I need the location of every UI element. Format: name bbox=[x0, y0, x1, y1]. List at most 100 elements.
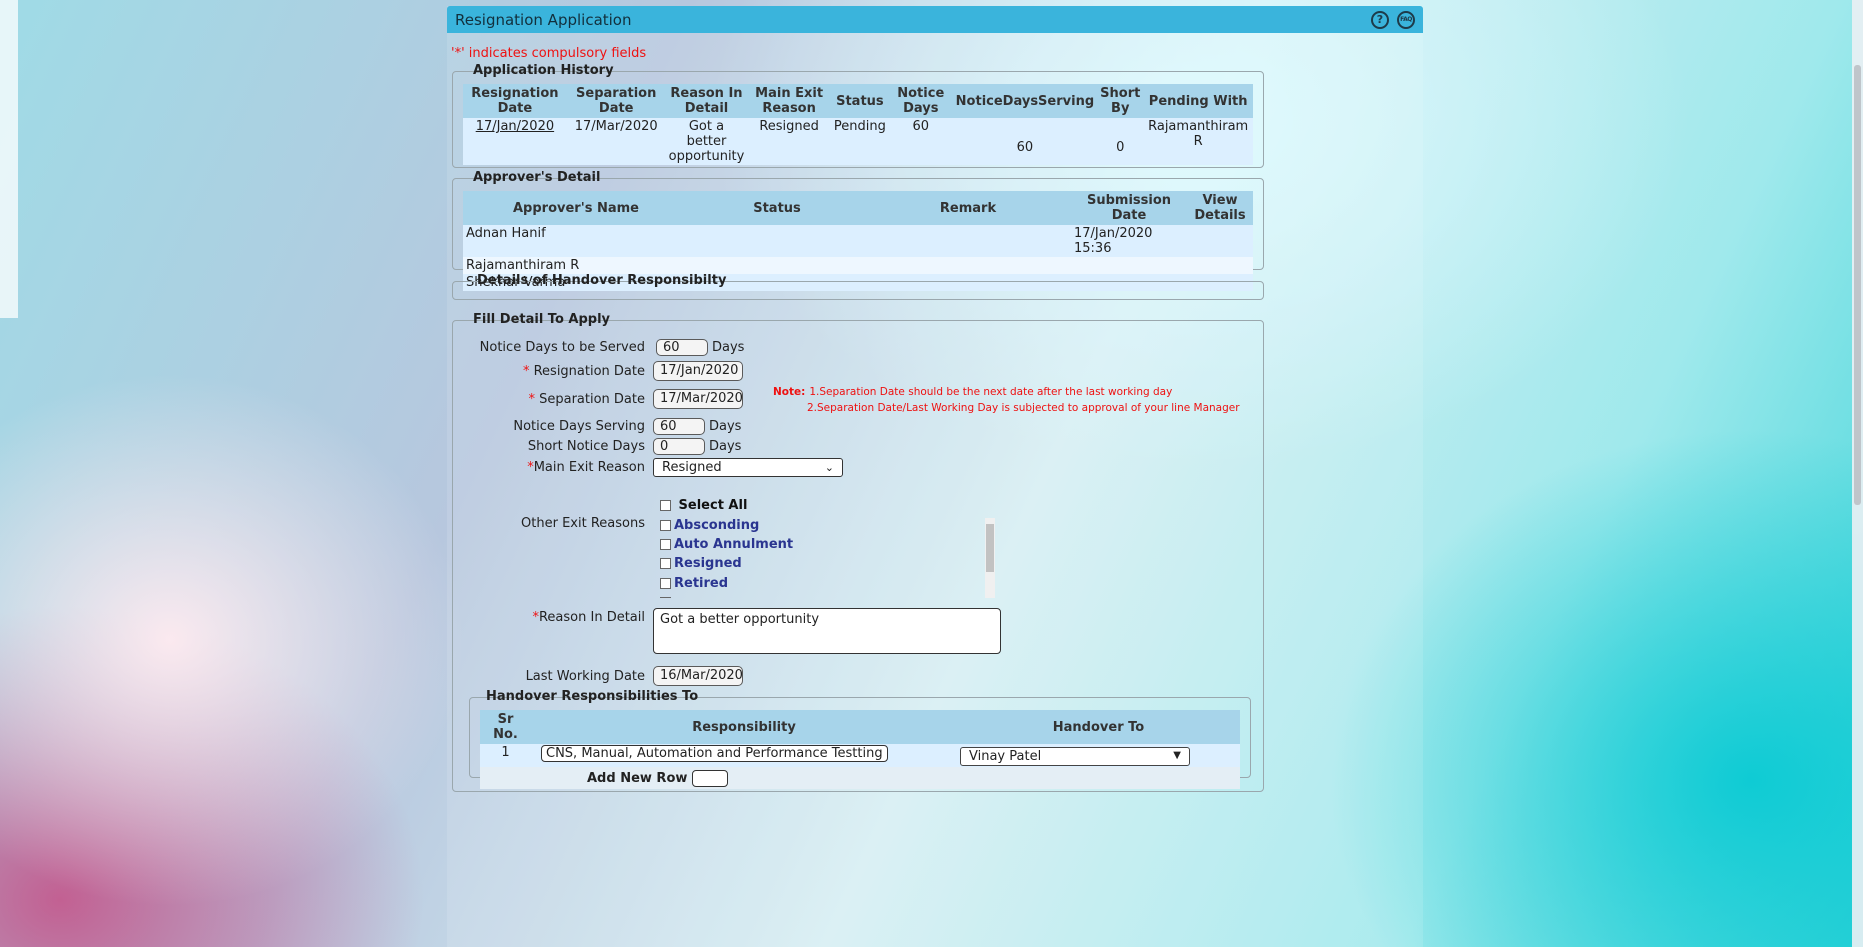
resignation-date-link[interactable]: 17/Jan/2020 bbox=[476, 119, 554, 134]
col-submission-date: Submission Date bbox=[1071, 191, 1187, 225]
reason-label: *Reason In Detail bbox=[405, 610, 645, 625]
handover-to-table: Sr No. Responsibility Handover To 1 CNS,… bbox=[480, 710, 1240, 789]
main-exit-value: Resigned bbox=[662, 460, 722, 475]
col-separation-date: Separation Date bbox=[566, 84, 666, 118]
application-history-legend: Application History bbox=[473, 63, 614, 78]
notice-serving-input[interactable]: 60 bbox=[653, 418, 705, 435]
col-approver-remark: Remark bbox=[865, 191, 1071, 225]
col-resignation-date: Resignation Date bbox=[463, 84, 567, 118]
faq-icon[interactable]: FAQ bbox=[1397, 10, 1415, 29]
option-label: Absconding bbox=[674, 518, 760, 533]
reason-textarea[interactable]: Got a better opportunity bbox=[653, 608, 1001, 654]
option-checkbox[interactable] bbox=[660, 578, 671, 589]
list-item[interactable]: Auto Annulment bbox=[660, 537, 793, 552]
approver-remark bbox=[865, 225, 1071, 257]
add-row-line: Add New Row bbox=[480, 767, 1240, 789]
col-sr-no: Sr No. bbox=[480, 710, 531, 744]
last-working-label: Last Working Date bbox=[525, 669, 645, 684]
notice-serving-label: Notice Days Serving bbox=[513, 419, 645, 434]
approver-view[interactable] bbox=[1187, 225, 1253, 257]
approvers-section: Approver's Detail Approver's Name Status… bbox=[452, 170, 1264, 291]
option-checkbox[interactable] bbox=[660, 520, 671, 531]
option-label: Retired bbox=[674, 576, 729, 591]
handover-to-legend: Handover Responsibilities To bbox=[486, 689, 699, 704]
required-star: * bbox=[522, 364, 534, 379]
required-fields-note: '*' indicates compulsory fields bbox=[451, 46, 647, 61]
option-checkbox[interactable] bbox=[660, 558, 671, 569]
last-working-input[interactable]: 16/Mar/2020 bbox=[653, 666, 743, 686]
approver-remark bbox=[865, 257, 1071, 274]
add-new-row-input[interactable] bbox=[691, 769, 728, 787]
separation-note: Note: 1.Separation Date should be the nex… bbox=[773, 384, 1240, 416]
approver-status bbox=[689, 225, 865, 257]
main-exit-label-text: Main Exit Reason bbox=[533, 460, 645, 475]
approver-view[interactable] bbox=[1187, 257, 1253, 274]
fill-detail-legend: Fill Detail To Apply bbox=[473, 312, 611, 327]
approver-name: Rajamanthiram R bbox=[463, 257, 689, 274]
reason-label-text: Reason In Detail bbox=[538, 610, 645, 625]
listbox-scrollbar[interactable] bbox=[985, 518, 995, 598]
notice-days-input[interactable]: 60 bbox=[656, 339, 708, 356]
notice-days-serving-cell: 60 bbox=[952, 118, 1098, 165]
left-edge-panel bbox=[0, 0, 18, 318]
responsibility-input[interactable]: CNS, Manual, Automation and Performance … bbox=[541, 745, 888, 762]
option-label: Resigned bbox=[674, 556, 742, 571]
required-star: * bbox=[528, 392, 540, 407]
approvers-legend: Approver's Detail bbox=[473, 170, 601, 185]
page-scrollbar[interactable] bbox=[1852, 0, 1863, 947]
separation-date-label-text: Separation Date bbox=[539, 392, 645, 407]
chevron-down-icon: ⌄ bbox=[824, 461, 834, 474]
short-by-cell: 0 bbox=[1097, 118, 1144, 165]
resignation-date-label-text: Resignation Date bbox=[533, 364, 645, 379]
col-status: Status bbox=[830, 84, 889, 118]
separation-date-cell: 17/Mar/2020 bbox=[566, 118, 666, 165]
note-label: Note: bbox=[773, 386, 806, 398]
col-short-by: Short By bbox=[1097, 84, 1144, 118]
list-item[interactable]: Retired bbox=[660, 576, 728, 591]
col-approver-status: Status bbox=[689, 191, 865, 225]
separation-date-label: * Separation Date bbox=[405, 392, 645, 407]
pending-with-cell: Rajamanthiram R bbox=[1143, 118, 1253, 165]
option-label: Auto Annulment bbox=[674, 537, 794, 552]
add-new-row-label: Add New Row bbox=[587, 770, 688, 786]
resignation-panel: Resignation Application ? FAQ '*' indica… bbox=[447, 6, 1423, 947]
table-row: 1 CNS, Manual, Automation and Performanc… bbox=[480, 744, 1240, 767]
listbox-scrollbar-thumb[interactable] bbox=[986, 524, 994, 572]
col-responsibility: Responsibility bbox=[531, 710, 957, 744]
col-approver-name: Approver's Name bbox=[463, 191, 689, 225]
option-checkbox[interactable] bbox=[660, 597, 671, 598]
approver-submission-date: 17/Jan/2020 15:36 bbox=[1071, 225, 1187, 257]
list-item[interactable] bbox=[660, 595, 674, 598]
note-line-1: 1.Separation Date should be the next dat… bbox=[809, 386, 1173, 398]
days-unit: Days bbox=[709, 419, 742, 434]
list-item[interactable]: Resigned bbox=[660, 556, 742, 571]
main-exit-select[interactable]: Resigned ⌄ bbox=[653, 458, 843, 477]
help-icon[interactable]: ? bbox=[1371, 10, 1389, 29]
page-scrollbar-thumb[interactable] bbox=[1854, 65, 1861, 505]
resignation-date-input[interactable]: 17/Jan/2020 bbox=[653, 361, 743, 381]
handover-details-legend: Details of Handover Responsibilty bbox=[477, 273, 727, 288]
table-row: 17/Jan/2020 17/Mar/2020 Got a better opp… bbox=[463, 118, 1253, 165]
list-item[interactable]: Absconding bbox=[660, 518, 759, 533]
approver-name: Adnan Hanif bbox=[463, 225, 689, 257]
short-notice-input[interactable]: 0 bbox=[653, 438, 705, 455]
select-all-checkbox[interactable] bbox=[660, 500, 671, 511]
col-handover-to: Handover To bbox=[957, 710, 1240, 744]
note-line-2: 2.Separation Date/Last Working Day is su… bbox=[807, 402, 1240, 414]
col-main-exit-reason: Main Exit Reason bbox=[747, 84, 831, 118]
fill-detail-section: Fill Detail To Apply Notice Days to be S… bbox=[452, 312, 1264, 792]
handover-details-section: Details of Handover Responsibilty bbox=[452, 273, 1264, 300]
col-view-details: View Details bbox=[1187, 191, 1253, 225]
main-exit-label: *Main Exit Reason bbox=[405, 460, 645, 475]
days-unit: Days bbox=[709, 439, 742, 454]
other-exit-label: Other Exit Reasons bbox=[521, 516, 645, 531]
col-reason-detail: Reason In Detail bbox=[665, 84, 748, 118]
other-exit-listbox[interactable]: Absconding Auto Annulment Resigned Retir… bbox=[658, 518, 998, 598]
handover-to-select[interactable]: Vinay Patel ▼ bbox=[960, 747, 1190, 766]
separation-date-input[interactable]: 17/Mar/2020 bbox=[653, 389, 743, 409]
approver-status bbox=[689, 257, 865, 274]
option-checkbox[interactable] bbox=[660, 539, 671, 550]
select-all-option[interactable]: Select All bbox=[660, 498, 747, 513]
col-pending-with: Pending With bbox=[1143, 84, 1253, 118]
handover-to-value: Vinay Patel bbox=[969, 749, 1042, 764]
